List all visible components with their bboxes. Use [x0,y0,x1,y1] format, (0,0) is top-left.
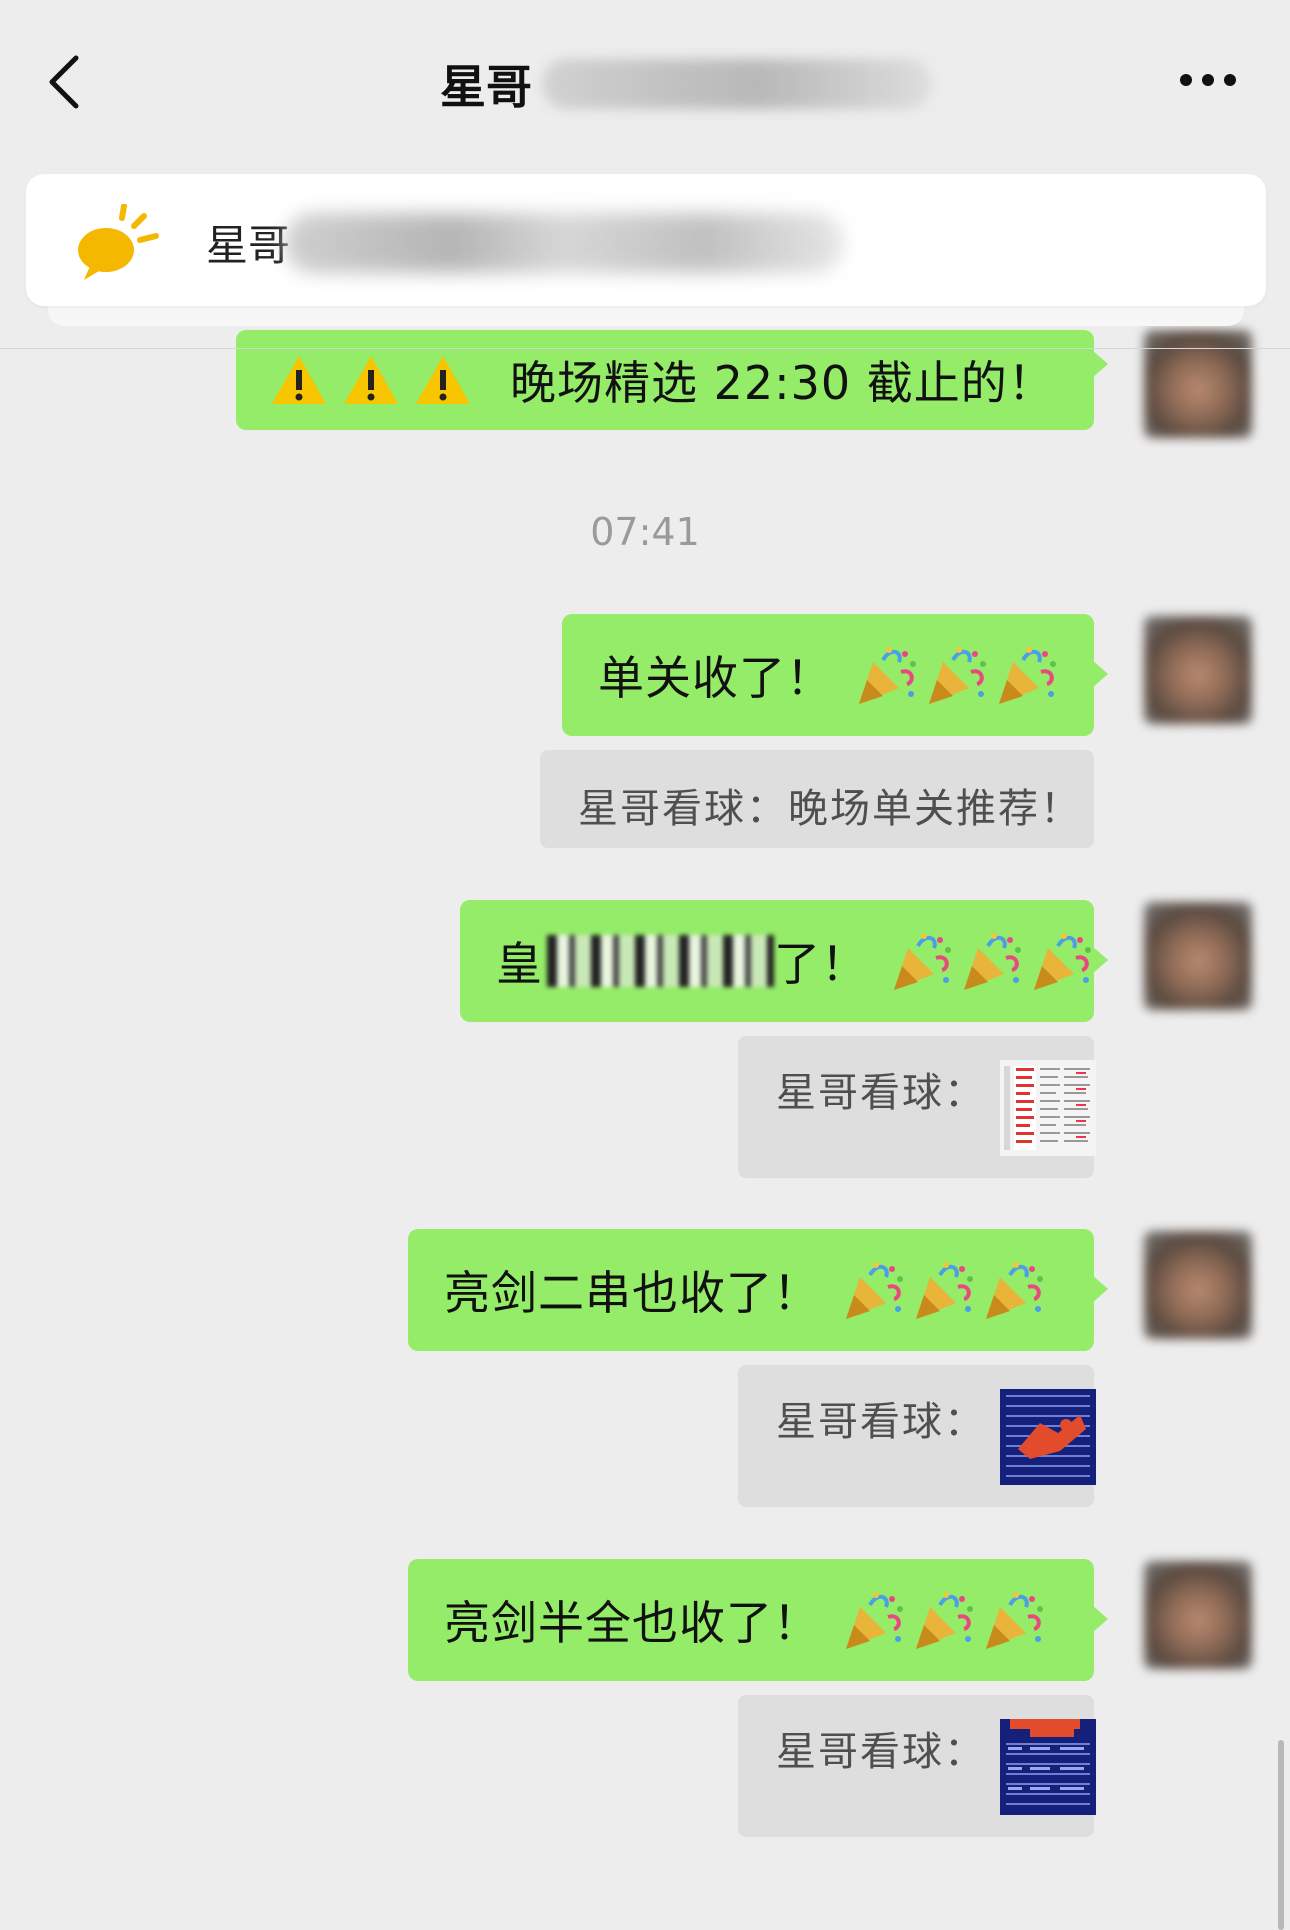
party-icons [840,1257,1046,1323]
speech-sun-icon [70,203,170,284]
chevron-left-icon [49,55,79,109]
party-popper-icon [1034,933,1091,990]
party-popper-icon [964,933,1021,990]
header-divider [0,348,1290,349]
party-popper-icon [846,1262,903,1319]
avatar[interactable] [1144,902,1252,1010]
warning-icons [270,354,472,406]
warning-icon [416,356,470,404]
notice-content: 星哥 [206,212,845,273]
party-popper-icon [986,1262,1043,1319]
quoted-message[interactable]: 星哥看球： [738,1036,1096,1178]
quoted-message[interactable]: 星哥看球：晚场单关推荐！ [540,750,1094,848]
party-popper-icon [986,1592,1043,1649]
party-popper-icon [929,647,986,704]
party-icons [853,642,1059,708]
message-bubble[interactable]: 晚场精选 22:30 截止的！ [236,330,1108,430]
image-thumbnail[interactable] [1000,1389,1096,1485]
more-button[interactable] [1178,60,1238,100]
message-text: 亮剑二串也收了！ [444,1266,820,1320]
redacted-text [547,935,774,987]
chat-header: 星哥 [0,0,1290,160]
party-popper-icon [859,647,916,704]
message-text: 晚场精选 22:30 截止的！ [510,356,1055,410]
party-popper-icon [916,1262,973,1319]
image-thumbnail[interactable] [1000,1719,1096,1815]
avatar[interactable] [1144,1231,1252,1339]
quote-text: 星哥看球：晚场单关推荐！ [578,786,1082,832]
party-icons [888,928,1094,994]
more-dots-icon [1180,74,1236,86]
party-popper-icon [999,647,1056,704]
chat-title: 星哥 [440,60,532,114]
timestamp: 07:41 [590,510,700,554]
scrollbar[interactable] [1278,1740,1284,1930]
party-icons [840,1587,1046,1653]
message-bubble[interactable]: 单关收了！ [562,614,1108,736]
message-bubble[interactable]: 皇 了！ [460,900,1108,1022]
timestamp-partial [0,1910,1290,1930]
message-bubble[interactable]: 亮剑半全也收了！ [408,1559,1108,1681]
message-text: 单关收了！ [598,651,833,705]
message-bubble[interactable]: 亮剑二串也收了！ [408,1229,1108,1351]
party-popper-icon [894,933,951,990]
chat-title-area: 星哥 [440,52,932,116]
avatar[interactable] [1144,330,1252,438]
party-popper-icon [846,1592,903,1649]
message-text-start: 皇 [496,937,543,991]
avatar[interactable] [1144,616,1252,724]
back-button[interactable] [40,50,96,114]
warning-icon [272,356,326,404]
pinned-notice[interactable]: 星哥 [26,174,1266,306]
redacted-notice [284,212,845,273]
quote-text: 星哥看球： [776,1070,986,1116]
message-text-end: 了！ [774,937,868,991]
redacted-title [542,59,932,109]
quoted-message[interactable]: 星哥看球： [738,1365,1096,1507]
party-popper-icon [916,1592,973,1649]
avatar[interactable] [1144,1561,1252,1669]
image-thumbnail[interactable] [1000,1060,1096,1156]
notice-text: 星哥 [206,221,291,270]
quoted-message[interactable]: 星哥看球： [738,1695,1096,1837]
quote-text: 星哥看球： [776,1729,986,1775]
message-text: 亮剑半全也收了！ [444,1596,820,1650]
quote-text: 星哥看球： [776,1399,986,1445]
warning-icon [344,356,398,404]
